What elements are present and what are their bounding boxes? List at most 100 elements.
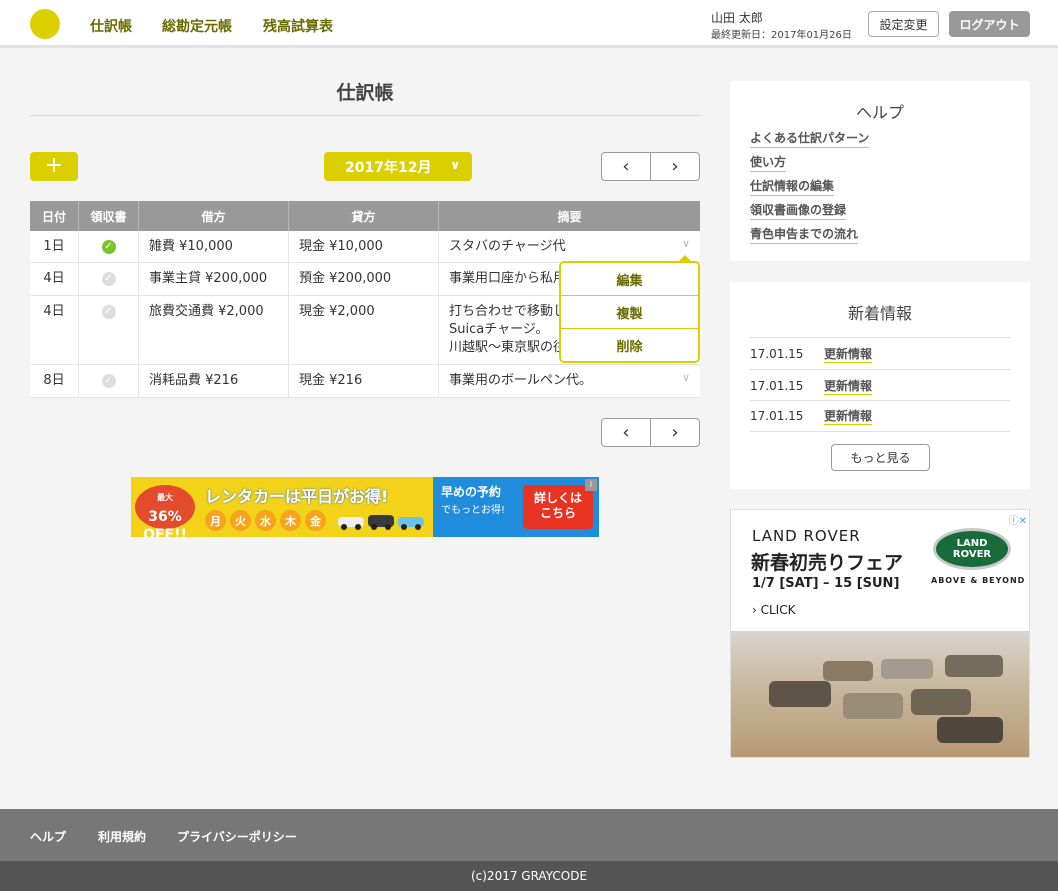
next-page-button[interactable]: › — [651, 153, 699, 180]
cell-credit: 現金 ¥2,000 — [289, 296, 439, 364]
ad-dates: 1/7 [SAT] – 15 [SUN] — [752, 576, 900, 591]
col-memo: 摘要 — [557, 209, 582, 224]
cell-date: 4日 — [30, 263, 79, 295]
ad-title: レンタカーは平日がお得! — [205, 487, 389, 506]
badge-discount: 36% OFF!! — [143, 509, 187, 537]
delete-menu-item[interactable]: 削除 — [561, 329, 698, 362]
news-date: 17.01.15 — [750, 346, 804, 361]
nav-general-ledger[interactable]: 総勘定元帳 — [162, 16, 232, 36]
ad-cta-button[interactable]: 詳しくは こちら — [523, 485, 593, 529]
month-selector[interactable]: 2017年12月 ∨ — [324, 152, 472, 181]
prev-page-button-bottom[interactable]: ‹ — [602, 419, 651, 446]
news-panel: 新着情報 17.01.15 更新情報 17.01.15 更新情報 17.01.1… — [730, 282, 1030, 489]
weekday-fri: 金 — [305, 510, 326, 531]
last-updated: 最終更新日：2017年01月26日 — [711, 30, 852, 41]
more-news-button[interactable]: もっと見る — [831, 444, 930, 471]
pager-bottom: ‹ › — [601, 418, 700, 447]
cell-receipt[interactable]: ✓ — [79, 365, 139, 397]
chevron-down-icon[interactable]: ∨ — [682, 371, 690, 384]
cell-credit: 現金 ¥216 — [289, 365, 439, 397]
table-row[interactable]: 8日 ✓ 消耗品費 ¥216 現金 ¥216 事業用のボールペン代。 ∨ — [30, 365, 700, 398]
ad-click-link[interactable]: › CLICK — [752, 603, 795, 617]
weekday-wed: 水 — [255, 510, 276, 531]
news-item: 17.01.15 更新情報 — [750, 369, 1010, 401]
news-date: 17.01.15 — [750, 378, 804, 393]
ad-brand: LAND ROVER — [752, 527, 861, 545]
news-item: 17.01.15 更新情報 — [750, 337, 1010, 369]
edit-menu-item[interactable]: 編集 — [561, 263, 698, 296]
adchoices-icon[interactable]: ⓘ✕ — [1009, 512, 1027, 527]
month-label: 2017年12月 — [345, 159, 432, 176]
page-title: 仕訳帳 — [336, 82, 394, 104]
news-link[interactable]: 更新情報 — [824, 345, 873, 363]
table-row[interactable]: 1日 ✓ 雑費 ¥10,000 現金 ¥10,000 スタバのチャージ代 ∨ — [30, 231, 700, 263]
col-date: 日付 — [30, 201, 79, 231]
ad-promo-line2: でもっとお得! — [441, 505, 506, 516]
top-header: 仕訳帳 総勘定元帳 残高試算表 山田 太郎 最終更新日：2017年01月26日 … — [0, 0, 1058, 48]
cell-date: 8日 — [30, 365, 79, 397]
col-debit: 借方 — [139, 201, 289, 231]
cell-receipt[interactable]: ✓ — [79, 231, 139, 262]
ad-weekdays: 月 火 水 木 金 — [205, 510, 326, 531]
chevron-down-icon[interactable]: ∨ — [682, 237, 690, 250]
news-link[interactable]: 更新情報 — [824, 407, 873, 425]
cell-date: 4日 — [30, 296, 79, 364]
title-divider — [30, 115, 700, 116]
news-link[interactable]: 更新情報 — [824, 377, 873, 395]
nav-trial-balance[interactable]: 残高試算表 — [263, 16, 333, 36]
cell-credit: 現金 ¥10,000 — [289, 231, 439, 262]
col-credit: 貸方 — [289, 201, 439, 231]
cell-receipt[interactable]: ✓ — [79, 296, 139, 364]
table-header: 日付 領収書 借方 貸方 摘要 — [30, 201, 700, 231]
help-link-blue-return[interactable]: 青色申告までの流れ — [750, 225, 859, 244]
ad-tagline: ABOVE & BEYOND — [931, 576, 1026, 585]
ad-headline: 新春初売りフェア — [751, 552, 904, 574]
user-name: 山田 太郎 — [711, 11, 763, 25]
cell-debit: 消耗品費 ¥216 — [139, 365, 289, 397]
logout-button[interactable]: ログアウト — [949, 11, 1030, 37]
check-icon: ✓ — [101, 304, 116, 319]
cell-debit: 旅費交通費 ¥2,000 — [139, 296, 289, 364]
pager-top: ‹ › — [601, 152, 700, 181]
cell-credit: 預金 ¥200,000 — [289, 263, 439, 295]
nav-journal[interactable]: 仕訳帳 — [90, 16, 132, 36]
check-icon: ✓ — [101, 271, 116, 286]
weekday-tue: 火 — [230, 510, 251, 531]
ad-info-icon[interactable]: i — [585, 479, 597, 491]
add-entry-button[interactable]: + — [30, 152, 78, 181]
copyright: (c)2017 GRAYCODE — [0, 861, 1058, 891]
settings-button[interactable]: 設定変更 — [868, 11, 939, 37]
cell-debit: 雑費 ¥10,000 — [139, 231, 289, 262]
discount-badge: 最大 36% OFF!! — [135, 485, 195, 537]
app-logo[interactable] — [30, 9, 60, 39]
cell-debit: 事業主貸 ¥200,000 — [139, 263, 289, 295]
cars-photo — [731, 631, 1029, 757]
news-date: 17.01.15 — [750, 409, 804, 423]
check-icon: ✓ — [101, 239, 116, 254]
help-panel: ヘルプ よくある仕訳パターン 使い方 仕訳情報の編集 領収書画像の登録 青色申告… — [730, 81, 1030, 261]
rental-car-ad-banner[interactable]: 最大 36% OFF!! レンタカーは平日がお得! 月 火 水 木 金 早めの予… — [131, 477, 599, 537]
col-receipt: 領収書 — [79, 201, 139, 231]
news-item: 17.01.15 更新情報 — [750, 400, 1010, 432]
help-link-edit[interactable]: 仕訳情報の編集 — [750, 177, 835, 196]
help-link-receipt[interactable]: 領収書画像の登録 — [750, 201, 847, 220]
cell-receipt[interactable]: ✓ — [79, 263, 139, 295]
help-link-patterns[interactable]: よくある仕訳パターン — [750, 129, 870, 148]
footer-terms-link[interactable]: 利用規約 — [98, 828, 146, 845]
footer: ヘルプ 利用規約 プライバシーポリシー — [0, 809, 1058, 861]
land-rover-ad[interactable]: LAND ROVER 新春初売りフェア 1/7 [SAT] – 15 [SUN]… — [730, 509, 1030, 758]
cell-memo: 事業用のボールペン代。 — [449, 373, 593, 388]
duplicate-menu-item[interactable]: 複製 — [561, 296, 698, 329]
row-action-menu: 編集 複製 削除 — [559, 255, 700, 363]
ad-promo-panel: 早めの予約 でもっとお得! 詳しくは こちら — [433, 477, 599, 537]
prev-page-button[interactable]: ‹ — [602, 153, 651, 180]
badge-max-label: 最大 — [157, 493, 173, 502]
footer-help-link[interactable]: ヘルプ — [30, 828, 66, 845]
ad-promo-line1: 早めの予約 — [441, 485, 502, 499]
help-link-usage[interactable]: 使い方 — [750, 153, 787, 172]
footer-privacy-link[interactable]: プライバシーポリシー — [177, 828, 297, 845]
next-page-button-bottom[interactable]: › — [651, 419, 699, 446]
weekday-mon: 月 — [205, 510, 226, 531]
ad-badge-area: 最大 36% OFF!! — [131, 477, 203, 537]
check-icon: ✓ — [101, 373, 116, 388]
